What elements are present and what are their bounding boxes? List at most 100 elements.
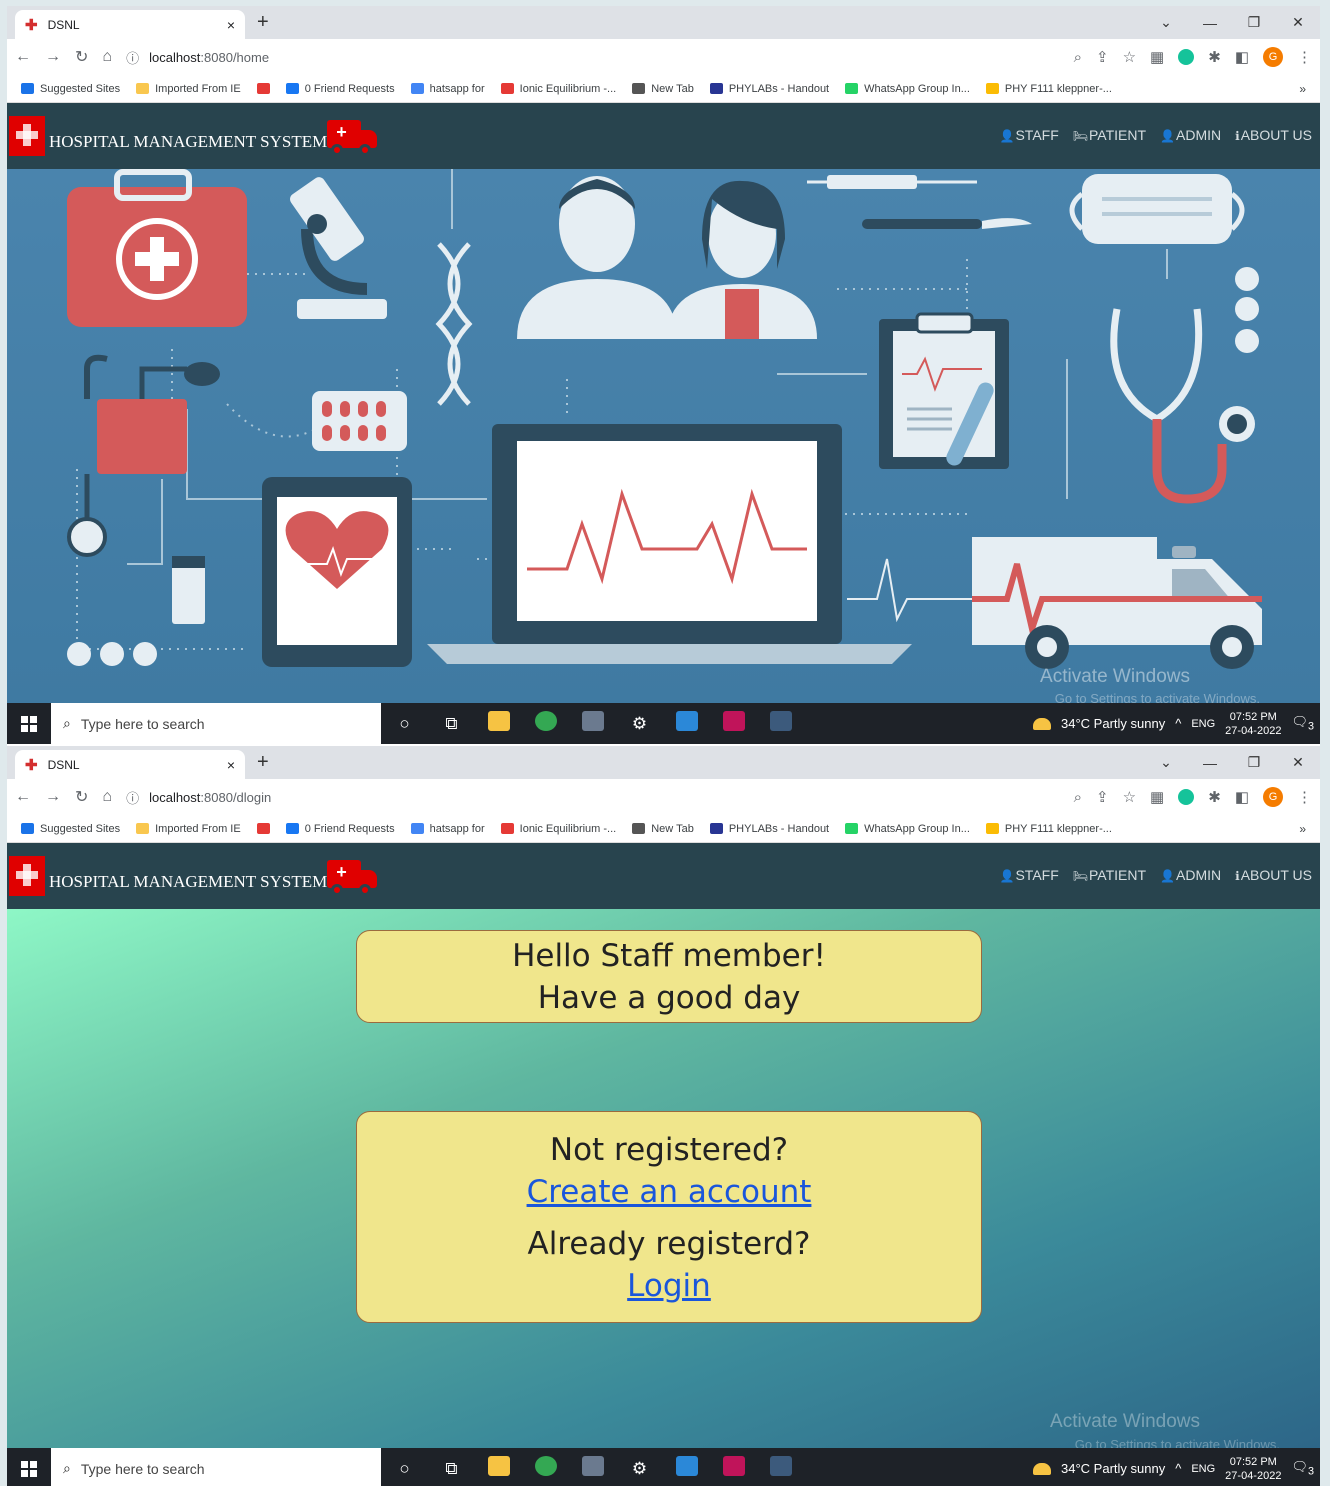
taskbar-search[interactable]: ⌕ Type here to search bbox=[51, 703, 381, 744]
bookmark-item[interactable]: Ionic Equilibrium -... bbox=[500, 823, 616, 835]
nav-staff[interactable]: 👤STAFF bbox=[1000, 867, 1059, 883]
restore-icon[interactable]: ❐ bbox=[1232, 14, 1276, 31]
new-tab-button[interactable]: + bbox=[257, 751, 269, 774]
nav-about-us[interactable]: ℹABOUT US bbox=[1235, 867, 1312, 883]
profile-avatar[interactable]: G bbox=[1263, 47, 1283, 67]
bookmark-item[interactable]: Ionic Equilibrium -... bbox=[500, 83, 616, 95]
back-icon[interactable]: ← bbox=[15, 48, 31, 66]
tray-chevron-icon[interactable]: ^ bbox=[1175, 716, 1181, 731]
extensions-puzzle-icon[interactable]: ✱ bbox=[1208, 788, 1221, 806]
bookmark-item[interactable]: hatsapp for bbox=[410, 823, 485, 835]
profile-avatar[interactable]: G bbox=[1263, 787, 1283, 807]
chrome-icon[interactable] bbox=[522, 1456, 569, 1481]
language-indicator[interactable]: ENG bbox=[1191, 718, 1215, 730]
bookmark-star-icon[interactable]: ☆ bbox=[1123, 788, 1136, 806]
bookmarks-overflow-icon[interactable]: » bbox=[1299, 822, 1306, 836]
file-explorer-icon[interactable] bbox=[475, 1456, 522, 1481]
login-link[interactable]: Login bbox=[357, 1264, 981, 1308]
close-tab-icon[interactable]: × bbox=[227, 757, 235, 773]
minimize-icon[interactable]: — bbox=[1188, 15, 1232, 31]
extensions-puzzle-icon[interactable]: ✱ bbox=[1208, 48, 1221, 66]
close-window-icon[interactable]: ✕ bbox=[1276, 14, 1320, 31]
intellij-icon[interactable] bbox=[710, 1456, 757, 1481]
restore-icon[interactable]: ❐ bbox=[1232, 754, 1276, 771]
task-view-icon[interactable]: ⧉ bbox=[428, 714, 475, 734]
notifications-icon[interactable]: 🗨3 bbox=[1291, 1459, 1314, 1478]
bookmark-item[interactable]: WhatsApp Group In... bbox=[845, 823, 970, 835]
bookmark-star-icon[interactable]: ☆ bbox=[1123, 48, 1136, 66]
site-info-icon[interactable]: ⓘ bbox=[126, 48, 139, 67]
nav-about-us[interactable]: ℹABOUT US bbox=[1235, 127, 1312, 143]
vscode-icon[interactable] bbox=[757, 711, 804, 736]
grammarly-icon[interactable] bbox=[1178, 789, 1195, 805]
tab-search-icon[interactable]: ⌄ bbox=[1144, 14, 1188, 31]
tab-search-icon[interactable]: ⌄ bbox=[1144, 754, 1188, 771]
url-field[interactable]: ⓘ localhost:8080/dlogin bbox=[126, 788, 1060, 807]
vscode-icon[interactable] bbox=[757, 1456, 804, 1481]
back-icon[interactable]: ← bbox=[15, 788, 31, 806]
bookmark-item[interactable]: New Tab bbox=[632, 83, 694, 95]
nav-admin[interactable]: 👤ADMIN bbox=[1160, 867, 1221, 883]
zoom-icon[interactable]: ⌕ bbox=[1074, 49, 1082, 66]
calculator-icon[interactable] bbox=[569, 711, 616, 736]
intellij-icon[interactable] bbox=[710, 711, 757, 736]
bookmark-item[interactable]: Imported From IE bbox=[136, 83, 241, 95]
clock[interactable]: 07:52 PM 27-04-2022 bbox=[1225, 710, 1281, 738]
nav-staff[interactable]: 👤STAFF bbox=[1000, 127, 1059, 143]
url-field[interactable]: ⓘ localhost:8080/home bbox=[126, 48, 1060, 67]
close-tab-icon[interactable]: × bbox=[227, 17, 235, 33]
site-info-icon[interactable]: ⓘ bbox=[126, 788, 139, 807]
bookmark-item[interactable]: Imported From IE bbox=[136, 823, 241, 835]
start-button[interactable] bbox=[7, 1448, 51, 1486]
bookmark-item[interactable]: WhatsApp Group In... bbox=[845, 83, 970, 95]
chrome-icon[interactable] bbox=[522, 711, 569, 736]
tray-chevron-icon[interactable]: ^ bbox=[1175, 1461, 1181, 1476]
clock[interactable]: 07:52 PM 27-04-2022 bbox=[1225, 1455, 1281, 1483]
notifications-icon[interactable]: 🗨3 bbox=[1291, 714, 1314, 733]
forward-icon[interactable]: → bbox=[45, 48, 61, 66]
nav-admin[interactable]: 👤ADMIN bbox=[1160, 127, 1221, 143]
home-icon[interactable]: ⌂ bbox=[102, 48, 112, 66]
language-indicator[interactable]: ENG bbox=[1191, 1463, 1215, 1475]
photos-icon[interactable] bbox=[663, 711, 710, 736]
bookmark-item[interactable]: Suggested Sites bbox=[21, 83, 120, 95]
share-icon[interactable]: ⇪ bbox=[1096, 788, 1109, 806]
taskbar-search[interactable]: ⌕ Type here to search bbox=[51, 1448, 381, 1486]
bookmark-item[interactable]: PHY F111 kleppner-... bbox=[985, 823, 1112, 835]
bookmark-item[interactable]: New Tab bbox=[632, 823, 694, 835]
side-panel-icon[interactable]: ◧ bbox=[1235, 788, 1249, 806]
forward-icon[interactable]: → bbox=[45, 788, 61, 806]
browser-tab[interactable]: ✚ DSNL × bbox=[15, 750, 245, 779]
cortana-icon[interactable]: ○ bbox=[381, 714, 428, 734]
photos-icon[interactable] bbox=[663, 1456, 710, 1481]
browser-tab[interactable]: ✚ DSNL × bbox=[15, 10, 245, 39]
bookmark-item[interactable] bbox=[256, 823, 270, 834]
nav-patient[interactable]: 🛏PATIENT bbox=[1073, 867, 1146, 883]
bookmark-item[interactable]: PHY F111 kleppner-... bbox=[985, 83, 1112, 95]
start-button[interactable] bbox=[7, 703, 51, 744]
weather-text[interactable]: 34°C Partly sunny bbox=[1061, 1461, 1165, 1476]
close-window-icon[interactable]: ✕ bbox=[1276, 754, 1320, 771]
weather-text[interactable]: 34°C Partly sunny bbox=[1061, 716, 1165, 731]
extension-grid-icon[interactable]: ▦ bbox=[1150, 788, 1164, 806]
bookmark-item[interactable]: 0 Friend Requests bbox=[285, 83, 395, 95]
nav-patient[interactable]: 🛏PATIENT bbox=[1073, 127, 1146, 143]
menu-kebab-icon[interactable]: ⋮ bbox=[1297, 788, 1312, 806]
bookmark-item[interactable]: 0 Friend Requests bbox=[285, 823, 395, 835]
bookmark-item[interactable]: Suggested Sites bbox=[21, 823, 120, 835]
home-icon[interactable]: ⌂ bbox=[102, 788, 112, 806]
bookmark-item[interactable]: PHYLABs - Handout bbox=[709, 83, 829, 95]
task-view-icon[interactable]: ⧉ bbox=[428, 1459, 475, 1479]
zoom-icon[interactable]: ⌕ bbox=[1074, 789, 1082, 806]
grammarly-icon[interactable] bbox=[1178, 49, 1195, 65]
menu-kebab-icon[interactable]: ⋮ bbox=[1297, 48, 1312, 66]
create-account-link[interactable]: Create an account bbox=[357, 1170, 981, 1214]
share-icon[interactable]: ⇪ bbox=[1096, 48, 1109, 66]
file-explorer-icon[interactable] bbox=[475, 711, 522, 736]
settings-gear-icon[interactable]: ⚙ bbox=[616, 714, 663, 734]
calculator-icon[interactable] bbox=[569, 1456, 616, 1481]
cortana-icon[interactable]: ○ bbox=[381, 1459, 428, 1479]
new-tab-button[interactable]: + bbox=[257, 11, 269, 34]
bookmarks-overflow-icon[interactable]: » bbox=[1299, 82, 1306, 96]
minimize-icon[interactable]: — bbox=[1188, 755, 1232, 771]
